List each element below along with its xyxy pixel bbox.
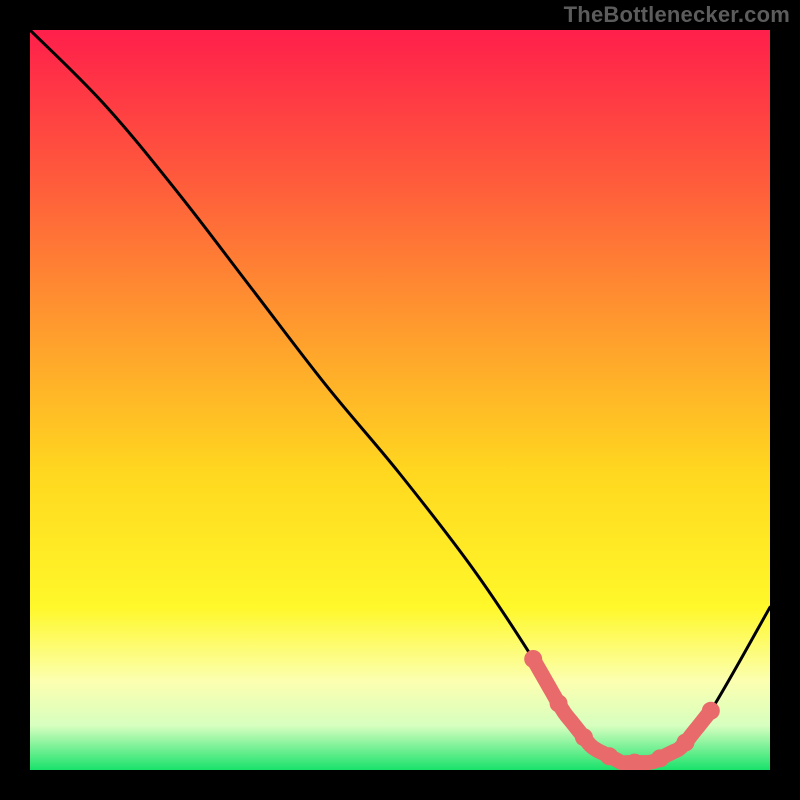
chart-frame: TheBottlenecker.com [0, 0, 800, 800]
bottleneck-chart [30, 30, 770, 770]
gradient-background [30, 30, 770, 770]
optimal-zone-marker [702, 702, 720, 720]
watermark-text: TheBottlenecker.com [564, 2, 790, 28]
optimal-zone-marker [575, 728, 593, 746]
optimal-zone-marker [550, 694, 568, 712]
optimal-zone-marker [600, 747, 618, 765]
optimal-zone-marker [524, 650, 542, 668]
optimal-zone-marker [651, 749, 669, 767]
chart-svg [30, 30, 770, 770]
optimal-zone-marker [676, 734, 694, 752]
